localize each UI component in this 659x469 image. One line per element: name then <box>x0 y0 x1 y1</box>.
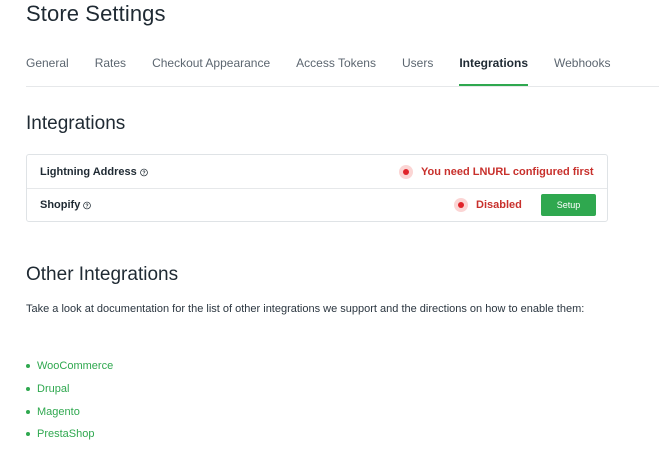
question-circle-icon[interactable]: ? <box>139 168 148 176</box>
tab-general[interactable]: General <box>26 48 69 85</box>
integration-name: Lightning Address <box>40 165 137 178</box>
integration-status-shopify: Disabled <box>454 197 522 212</box>
page-title: Store Settings <box>26 1 166 26</box>
tab-checkout-appearance[interactable]: Checkout Appearance <box>152 48 270 85</box>
tab-access-tokens[interactable]: Access Tokens <box>296 48 376 85</box>
list-item: PrestaShop <box>26 423 113 446</box>
list-item: Drupal <box>26 378 113 401</box>
bullet-icon <box>26 387 30 392</box>
integration-label-lightning-address: Lightning Address ? <box>40 166 148 178</box>
status-text: You need LNURL configured first <box>421 165 594 178</box>
integration-row-lightning-address: Lightning Address ? You need LNURL confi… <box>27 155 607 189</box>
list-item: WooCommerce <box>26 355 113 378</box>
integrations-card: Lightning Address ? You need LNURL confi… <box>26 154 608 222</box>
svg-text:?: ? <box>142 170 145 176</box>
other-integrations-heading: Other Integrations <box>26 264 179 285</box>
integration-status-lightning-address: You need LNURL configured first <box>399 164 594 179</box>
bullet-icon <box>26 409 30 414</box>
question-circle-icon[interactable]: ? <box>83 201 92 209</box>
link-drupal[interactable]: Drupal <box>37 383 69 395</box>
link-woocommerce[interactable]: WooCommerce <box>37 360 113 372</box>
tab-users[interactable]: Users <box>402 48 433 85</box>
tab-webhooks[interactable]: Webhooks <box>554 48 610 85</box>
settings-tabs: General Rates Checkout Appearance Access… <box>26 48 659 87</box>
list-item: Magento <box>26 400 113 423</box>
status-dot-icon <box>399 164 413 179</box>
other-integrations-description: Take a look at documentation for the lis… <box>26 303 585 315</box>
integration-row-shopify: Shopify ? Disabled Setup <box>27 188 607 221</box>
tab-integrations[interactable]: Integrations <box>459 48 528 86</box>
integration-name: Shopify <box>40 198 81 211</box>
bullet-icon <box>26 364 30 369</box>
status-dot-icon <box>454 197 468 212</box>
integration-label-shopify: Shopify ? <box>40 198 92 211</box>
tab-rates[interactable]: Rates <box>95 48 126 85</box>
svg-text:?: ? <box>86 203 89 209</box>
shopify-setup-button[interactable]: Setup <box>541 194 596 216</box>
link-prestashop[interactable]: PrestaShop <box>37 428 94 440</box>
link-magento[interactable]: Magento <box>37 406 80 418</box>
other-integrations-list: WooCommerce Drupal Magento PrestaShop <box>26 355 113 446</box>
bullet-icon <box>26 432 30 437</box>
status-text: Disabled <box>476 198 522 211</box>
integrations-heading: Integrations <box>26 113 126 134</box>
